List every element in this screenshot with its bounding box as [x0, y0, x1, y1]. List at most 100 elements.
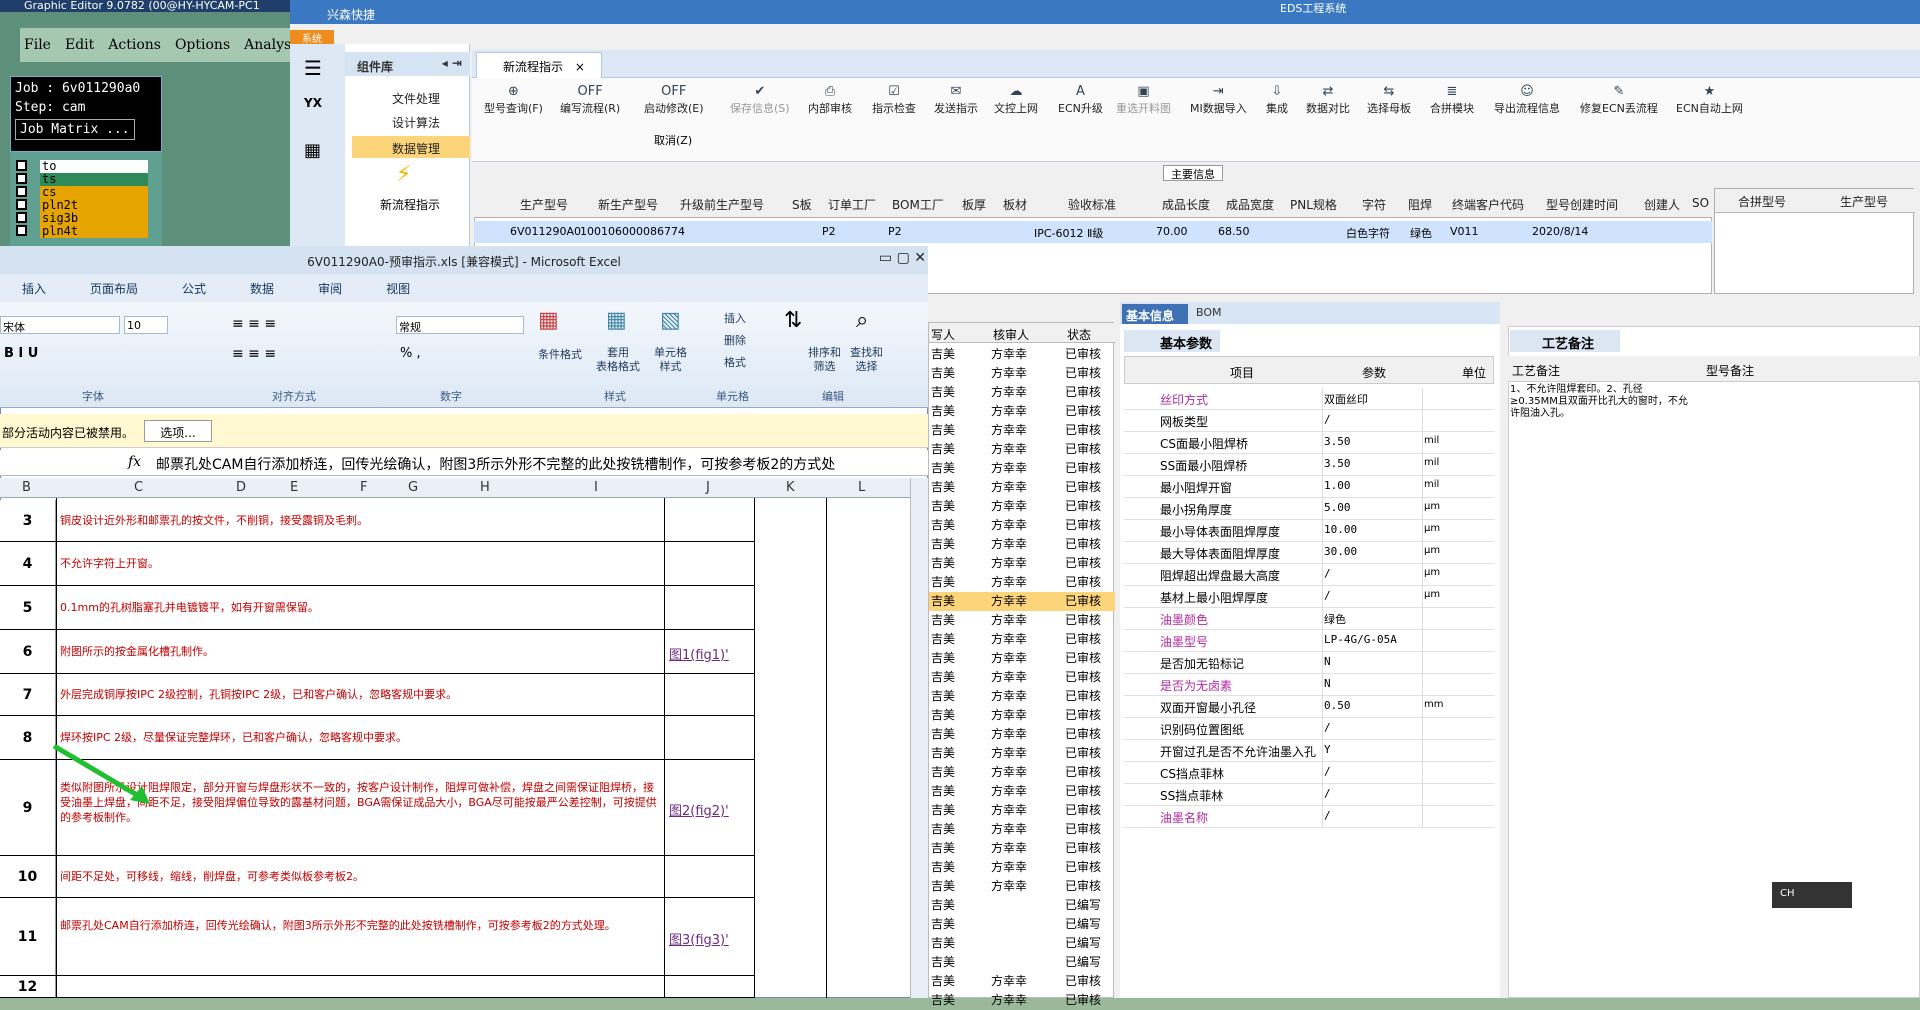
cell-text[interactable]: 不允许字符上开窗。	[60, 556, 664, 571]
param-row[interactable]: CS挡点菲林 /	[1124, 762, 1494, 784]
row-number[interactable]: 6	[0, 630, 56, 673]
tab-base-info[interactable]: 基本信息	[1122, 304, 1188, 324]
toolbar-button[interactable]: OFF 编写流程(R)	[560, 84, 620, 116]
grid-column-header[interactable]: 生产型号	[520, 196, 568, 213]
tab-data[interactable]: 数据	[228, 280, 296, 297]
toolbar-button[interactable]: ⎙ 内部审核	[808, 84, 852, 116]
param-row[interactable]: 油墨名称 /	[1124, 806, 1494, 828]
param-value[interactable]: 3.50	[1324, 457, 1351, 470]
sheet-row[interactable]: 12	[0, 976, 754, 998]
sheet-row[interactable]: 11 邮票孔处CAM自行添加桥连，回传光绘确认，附图3所示外形不完整的此处按铣槽制…	[0, 898, 754, 976]
grid-cell[interactable]: V011	[1450, 225, 1479, 238]
flow-list-row[interactable]: 吉美 方幸幸 已审核	[929, 345, 1115, 364]
grid-column-header[interactable]: 板厚	[962, 196, 986, 213]
table-format-icon[interactable]: ▦	[606, 308, 627, 333]
param-value[interactable]: LP-4G/G-05A	[1324, 633, 1397, 646]
flow-list-row[interactable]: 吉美 已编写	[929, 953, 1115, 972]
layer-row[interactable]: ts	[16, 173, 148, 186]
grid-cell[interactable]: 6V011290A0	[510, 225, 581, 238]
param-value[interactable]: 5.00	[1324, 501, 1351, 514]
number-format-select[interactable]: 常规	[396, 316, 524, 334]
column-header[interactable]: D	[236, 480, 246, 495]
column-header[interactable]: J	[706, 480, 710, 495]
row-number[interactable]: 5	[0, 586, 56, 629]
format-cells-button[interactable]: 格式	[724, 354, 746, 370]
grid-cell[interactable]: 100106000086774	[580, 225, 685, 238]
align-row-icon[interactable]: ≡ ≡ ≡	[232, 346, 276, 362]
layer-checkbox[interactable]	[16, 199, 27, 210]
flow-list-row[interactable]: 吉美 方幸幸 已审核	[929, 592, 1115, 611]
flow-list-row[interactable]: 吉美 方幸幸 已审核	[929, 782, 1115, 801]
cell-style-button[interactable]: 单元格 样式	[654, 346, 687, 374]
options-button[interactable]: 选项...	[144, 420, 212, 442]
param-row[interactable]: 油墨型号 LP-4G/G-05A	[1124, 630, 1494, 652]
grid-column-header[interactable]: 升级前生产型号	[680, 196, 764, 213]
flow-list-row[interactable]: 吉美 方幸幸 已审核	[929, 706, 1115, 725]
flow-list-row[interactable]: 吉美 方幸幸 已审核	[929, 725, 1115, 744]
layer-checkbox[interactable]	[16, 173, 27, 184]
param-value[interactable]: N	[1324, 677, 1331, 690]
align-icon[interactable]: ≡ ≡ ≡	[232, 316, 276, 332]
param-row[interactable]: 网板类型 /	[1124, 410, 1494, 432]
param-value[interactable]: 1.00	[1324, 479, 1351, 492]
grid-column-header[interactable]: 成品宽度	[1226, 196, 1274, 213]
param-value[interactable]: 绿色	[1324, 611, 1346, 627]
font-size-select[interactable]: 10	[124, 316, 168, 334]
grid-column-header[interactable]: 终端客户代码	[1452, 196, 1524, 213]
row-number[interactable]: 10	[0, 856, 56, 897]
toolbar-button[interactable]: ☁ 文控上网	[994, 84, 1038, 116]
sheet-row[interactable]: 10 间距不足处，可移线，缩线，削焊盘，可参考类似板参考板2。	[0, 856, 754, 898]
layer-row[interactable]: cs	[16, 186, 148, 199]
param-row[interactable]: 是否加无铅标记 N	[1124, 652, 1494, 674]
craft-note-text[interactable]: 1、不允许阻焊套印。2、孔径≥0.35MM且双面开比孔大的窗时，不允许阻油入孔。	[1510, 384, 1690, 420]
grid-cell[interactable]: 68.50	[1218, 225, 1250, 238]
flow-list-row[interactable]: 吉美 方幸幸 已审核	[929, 839, 1115, 858]
flow-list-row[interactable]: 吉美 方幸幸 已审核	[929, 820, 1115, 839]
param-row[interactable]: CS面最小阻焊桥 3.50 mil	[1124, 432, 1494, 454]
grid-cell[interactable]: 白色字符	[1346, 225, 1390, 241]
column-header[interactable]: E	[290, 480, 298, 495]
flow-list-row[interactable]: 吉美 已编写	[929, 934, 1115, 953]
param-row[interactable]: 最小阻焊开窗 1.00 mil	[1124, 476, 1494, 498]
toolbar-button[interactable]: ✔ 保存信息(S)	[730, 84, 790, 116]
flow-list-row[interactable]: 吉美 方幸幸 已审核	[929, 421, 1115, 440]
row-number[interactable]: 4	[0, 542, 56, 585]
cell-text[interactable]: 0.1mm的孔树脂塞孔并电镀镀平，如有开窗需保留。	[60, 600, 664, 615]
cond-format-button[interactable]: 条件格式	[538, 346, 582, 362]
menu-actions[interactable]: Actions	[108, 37, 161, 53]
grid-cell[interactable]: IPC-6012 Ⅱ级	[1034, 225, 1103, 241]
delete-cells-button[interactable]: 删除	[724, 332, 746, 348]
system-menu-button[interactable]: 系统	[290, 30, 334, 45]
layer-checkbox[interactable]	[16, 212, 27, 223]
find-icon[interactable]: ⌕	[856, 308, 868, 333]
flow-list-row[interactable]: 吉美 方幸幸 已审核	[929, 801, 1115, 820]
sort-filter-button[interactable]: 排序和 筛选	[808, 346, 841, 374]
row-number[interactable]: 9	[0, 760, 56, 855]
component-item-data[interactable]: 数据管理	[352, 136, 470, 158]
grid-column-header[interactable]: 成品长度	[1162, 196, 1210, 213]
window-controls[interactable]: ▭ ▢ ✕	[826, 250, 926, 270]
ime-indicator[interactable]: CH	[1772, 882, 1852, 908]
toolbar-button[interactable]: ⇩ 集成	[1266, 84, 1288, 116]
cancel-button[interactable]: 取消(Z)	[654, 132, 692, 148]
job-matrix-button[interactable]: Job Matrix ...	[15, 119, 135, 140]
grid-column-header[interactable]: 订单工厂	[828, 196, 876, 213]
cell-text[interactable]: 附图所示的按金属化槽孔制作。	[60, 644, 664, 659]
sheet-row[interactable]: 3 铜皮设计近外形和邮票孔的按文件，不削铜，接受露铜及毛刺。	[0, 500, 754, 542]
flow-list-row[interactable]: 吉美 方幸幸 已审核	[929, 858, 1115, 877]
grid-column-header[interactable]: BOM工厂	[892, 196, 944, 213]
merge-grid-column-header[interactable]: 合拼型号	[1738, 193, 1786, 210]
param-row[interactable]: 最大导体表面阻焊厚度 30.00 μm	[1124, 542, 1494, 564]
figure-link[interactable]: 图1(fig1)'	[669, 644, 729, 663]
param-row[interactable]: 阻焊超出焊盘最大高度 / μm	[1124, 564, 1494, 586]
param-row[interactable]: SS挡点菲林 /	[1124, 784, 1494, 806]
tab-bom[interactable]: BOM	[1196, 306, 1222, 319]
toolbar-button[interactable]: ⊕ 型号查询(F)	[484, 84, 543, 116]
percent-icon[interactable]: % ,	[400, 346, 421, 361]
toolbar-button[interactable]: ▣ 重选开料图	[1116, 84, 1171, 116]
sheet-row[interactable]: 6 附图所示的按金属化槽孔制作。 图1(fig1)'	[0, 630, 754, 674]
param-value[interactable]: /	[1324, 765, 1331, 778]
column-header[interactable]: H	[480, 480, 490, 495]
sheet-row[interactable]: 7 外层完成铜厚按IPC 2级控制，孔铜按IPC 2级，已和客户确认，忽略客规中要…	[0, 674, 754, 716]
grid-column-header[interactable]: 字符	[1362, 196, 1386, 213]
